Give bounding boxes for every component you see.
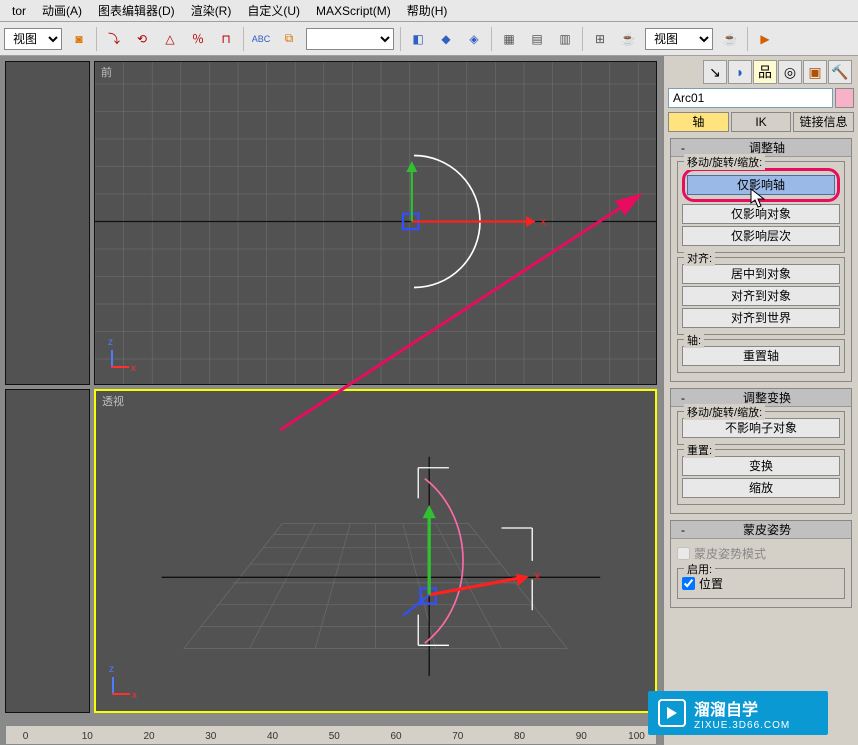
command-panel: ↘ ◗ 品 ◎ ▣ 🔨 轴 IK 链接信息 - 调整轴 移动/旋转/缩放:	[662, 56, 858, 745]
menubar: tor 动画(A) 图表编辑器(D) 渲染(R) 自定义(U) MAXScrip…	[0, 0, 858, 22]
menu-render[interactable]: 渲染(R)	[183, 0, 240, 21]
reset-transform-button[interactable]: 变换	[682, 456, 840, 476]
dont-affect-children-button[interactable]: 不影响子对象	[682, 418, 840, 438]
snap-icon[interactable]: ⤵	[103, 28, 125, 50]
render-teapot-icon[interactable]: ☕	[617, 28, 639, 50]
viewports-area: 前 x	[0, 56, 662, 745]
hierarchy-tab-icon[interactable]: 品	[753, 60, 777, 84]
rollout-skin-pose-header[interactable]: - 蒙皮姿势	[671, 521, 851, 539]
align-to-object-button[interactable]: 对齐到对象	[682, 286, 840, 306]
play-icon	[658, 699, 686, 727]
script-icon[interactable]: ⧉	[278, 28, 300, 50]
object-name-input[interactable]	[668, 88, 833, 108]
magnet-icon[interactable]: ⊓	[215, 28, 237, 50]
viewport-bottom-left[interactable]	[5, 389, 90, 713]
align-section-label: 对齐:	[684, 250, 715, 266]
percent-snap-icon[interactable]: ％	[187, 28, 209, 50]
reset-section-label: 重置:	[684, 442, 715, 458]
viewport-front[interactable]: 前 x	[94, 61, 657, 385]
reset-scale-button[interactable]: 缩放	[682, 478, 840, 498]
toolbar-icon-1[interactable]: ◙	[68, 28, 90, 50]
move-rotate-scale-label: 移动/旋转/缩放:	[684, 154, 765, 170]
align-icon[interactable]: ◆	[435, 28, 457, 50]
main-toolbar: 视图 ◙ ⤵ ⟲ △ ％ ⊓ ABC ⧉ ◧ ◆ ◈ ▦ ▤ ▥ ⊞ ☕ 视图 …	[0, 22, 858, 56]
affect-hierarchy-only-button[interactable]: 仅影响层次	[682, 226, 840, 246]
menu-help[interactable]: 帮助(H)	[399, 0, 456, 21]
cursor-icon	[750, 188, 768, 210]
named-selection-select[interactable]	[306, 28, 394, 50]
timeline-ruler[interactable]: 0 10 20 30 40 50 60 70 80 90 100	[5, 725, 657, 745]
render-view-select[interactable]: 视图	[645, 28, 713, 50]
material-icon[interactable]: ⊞	[589, 28, 611, 50]
tab-link-info[interactable]: 链接信息	[793, 112, 854, 132]
tab-ik[interactable]: IK	[731, 112, 792, 132]
position-checkbox[interactable]	[682, 577, 695, 590]
angle-snap-icon[interactable]: ⟲	[131, 28, 153, 50]
abc-icon[interactable]: ABC	[250, 28, 272, 50]
rollout-adjust-pivot: - 调整轴 移动/旋转/缩放: 仅影响轴 仅影响对象 仅影响层次 对齐: 居中到…	[670, 138, 852, 382]
axis-tripod-icon: zx	[101, 338, 141, 378]
menu-customize[interactable]: 自定义(U)	[239, 0, 308, 21]
menu-animation[interactable]: 动画(A)	[34, 0, 90, 21]
command-panel-tabs: ↘ ◗ 品 ◎ ▣ 🔨	[666, 58, 856, 86]
transform-move-label: 移动/旋转/缩放:	[684, 404, 765, 420]
reset-pivot-button[interactable]: 重置轴	[682, 346, 840, 366]
rollout-adjust-transform: - 调整变换 移动/旋转/缩放: 不影响子对象 重置: 变换 缩放	[670, 388, 852, 514]
enable-section-label: 启用:	[684, 561, 715, 577]
render-icon[interactable]: ☕	[719, 28, 741, 50]
svg-text:x: x	[534, 569, 540, 583]
axis-tripod-icon: zx	[102, 665, 142, 705]
menu-tor[interactable]: tor	[4, 2, 34, 20]
mirror-icon[interactable]: ◧	[407, 28, 429, 50]
center-to-object-button[interactable]: 居中到对象	[682, 264, 840, 284]
modify-tab-icon[interactable]: ◗	[728, 60, 752, 84]
display-tab-icon[interactable]: ▣	[803, 60, 827, 84]
svg-text:x: x	[541, 216, 547, 228]
viewport-top-left[interactable]	[5, 61, 90, 385]
object-color-swatch[interactable]	[835, 88, 854, 108]
rollout-skin-pose: - 蒙皮姿势 蒙皮姿势模式 启用: 位置	[670, 520, 852, 608]
quick-align-icon[interactable]: ◈	[463, 28, 485, 50]
menu-graph-editor[interactable]: 图表编辑器(D)	[90, 0, 183, 21]
viewport-perspective[interactable]: 透视	[94, 389, 657, 713]
cmd-icon[interactable]: ▶	[754, 28, 776, 50]
watermark-badge: 溜溜自学 ZIXUE.3D66.COM	[648, 691, 828, 735]
create-tab-icon[interactable]: ↘	[703, 60, 727, 84]
align-to-world-button[interactable]: 对齐到世界	[682, 308, 840, 328]
motion-tab-icon[interactable]: ◎	[778, 60, 802, 84]
viewport-front-label: 前	[101, 64, 112, 80]
pivot-section-label: 轴:	[684, 332, 704, 348]
menu-maxscript[interactable]: MAXScript(M)	[308, 2, 399, 20]
schematic-icon[interactable]: ▥	[554, 28, 576, 50]
skin-pose-mode-checkbox	[677, 547, 690, 560]
layers-icon[interactable]: ▦	[498, 28, 520, 50]
coord-system-select[interactable]: 视图	[4, 28, 62, 50]
pivot-snap-icon[interactable]: △	[159, 28, 181, 50]
curve-editor-icon[interactable]: ▤	[526, 28, 548, 50]
tab-pivot[interactable]: 轴	[668, 112, 729, 132]
utilities-tab-icon[interactable]: 🔨	[828, 60, 852, 84]
viewport-perspective-label: 透视	[102, 393, 124, 409]
